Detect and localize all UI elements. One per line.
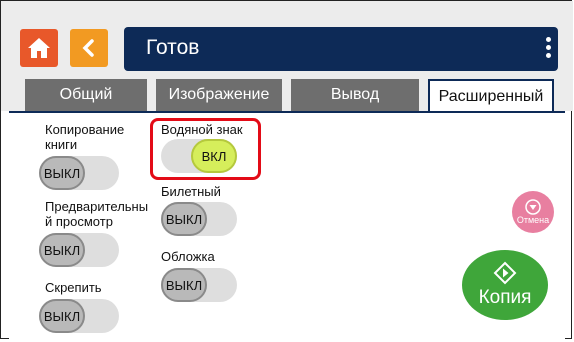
cancel-label: Отмена	[516, 215, 550, 225]
cancel-button[interactable]: Отмена	[512, 191, 554, 233]
title-bar: Готов	[124, 27, 558, 71]
book-copy-label: Копирование книги	[45, 122, 125, 152]
ticket-state: ВЫКЛ	[161, 202, 207, 236]
ticket-label: Билетный	[161, 184, 221, 199]
tab-image[interactable]: Изображение	[156, 79, 282, 111]
home-icon	[28, 38, 50, 58]
tab-label: Вывод	[330, 86, 380, 103]
kebab-menu-icon[interactable]	[542, 36, 554, 62]
stop-icon	[525, 199, 541, 215]
tab-general[interactable]: Общий	[25, 79, 147, 111]
tab-label: Расширенный	[438, 88, 544, 105]
staple-state: ВЫКЛ	[39, 299, 85, 333]
cover-toggle[interactable]: ВЫКЛ	[161, 268, 237, 302]
home-button[interactable]	[20, 29, 58, 67]
cover-label: Обложка	[161, 249, 215, 264]
top-bar: Готов Общий Изображение Вывод Расширенны…	[1, 1, 573, 113]
book-copy-state: ВЫКЛ	[39, 156, 85, 190]
tab-advanced[interactable]: Расширенный	[428, 79, 554, 113]
preview-state: ВЫКЛ	[39, 233, 85, 267]
screen-frame: Готов Общий Изображение Вывод Расширенны…	[0, 0, 573, 342]
copy-button[interactable]: Копия	[462, 250, 548, 320]
book-copy-toggle[interactable]: ВЫКЛ	[39, 156, 119, 190]
staple-label: Скрепить	[45, 280, 102, 295]
copy-label: Копия	[478, 287, 532, 308]
staple-toggle[interactable]: ВЫКЛ	[39, 299, 119, 333]
watermark-highlight	[150, 118, 261, 180]
preview-toggle[interactable]: ВЫКЛ	[39, 233, 119, 267]
tab-label: Изображение	[168, 86, 270, 103]
tab-output[interactable]: Вывод	[291, 79, 419, 111]
ticket-toggle[interactable]: ВЫКЛ	[161, 202, 237, 236]
page-title: Готов	[146, 36, 200, 59]
cover-state: ВЫКЛ	[161, 268, 207, 302]
start-diamond-icon	[493, 261, 517, 285]
preview-label: Предварительны й просмотр	[45, 199, 149, 229]
back-button[interactable]	[70, 29, 108, 67]
tab-label: Общий	[59, 86, 113, 103]
chevron-left-icon	[82, 39, 94, 57]
